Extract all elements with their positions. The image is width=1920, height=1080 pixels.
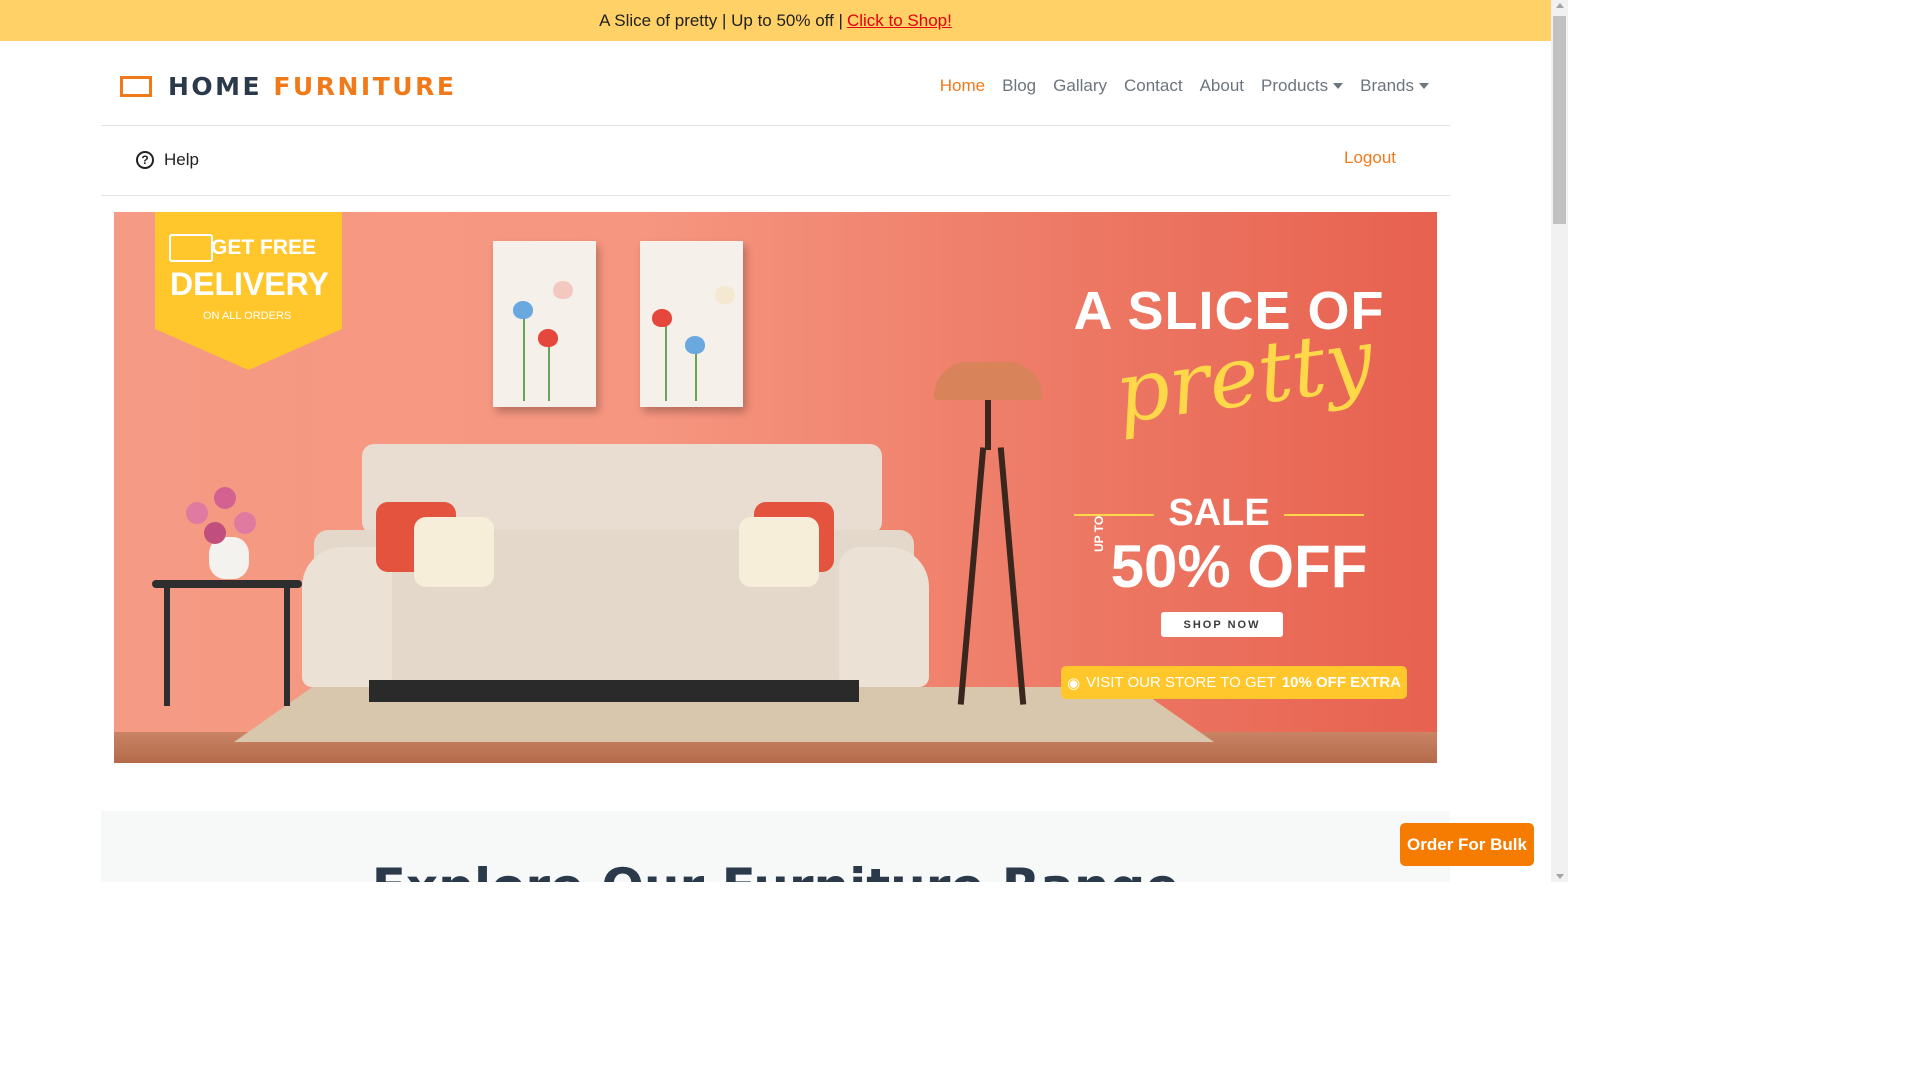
help-link[interactable]: ? Help	[136, 150, 199, 170]
subnav-divider	[101, 195, 1450, 196]
painting-right	[640, 241, 743, 407]
brand-word-home: HOME	[168, 72, 263, 101]
nav-item-gallary[interactable]: Gallary	[1053, 76, 1107, 96]
question-circle-icon: ?	[136, 151, 154, 169]
shop-now-button[interactable]: SHOP NOW	[1161, 612, 1283, 637]
floor-lamp-shade	[934, 362, 1042, 400]
nav-brands-label: Brands	[1360, 76, 1414, 95]
hero-banner[interactable]: GET FREE DELIVERY ON ALL ORDERS A SLICE …	[114, 212, 1437, 763]
brand-logo[interactable]: HOME FURNITURE	[120, 72, 456, 101]
location-pin-icon: ◉	[1066, 674, 1081, 692]
lamp-leg	[957, 447, 987, 705]
section-title: Explore Our Furniture Range	[101, 858, 1450, 882]
brand-word-furniture: FURNITURE	[273, 72, 457, 101]
table-leg	[164, 588, 170, 706]
sofa-base	[369, 680, 859, 702]
pillow-floral-right	[739, 517, 819, 587]
lamp-stem	[985, 400, 991, 450]
ribbon-line3: ON ALL ORDERS	[203, 310, 292, 322]
nav-item-brands[interactable]: Brands	[1360, 76, 1429, 96]
truck-icon	[169, 234, 213, 262]
logout-link[interactable]: Logout	[1344, 148, 1396, 168]
flower-bloom	[186, 502, 208, 524]
page-scrollbar[interactable]	[1551, 0, 1568, 882]
chevron-down-icon	[1333, 83, 1344, 89]
side-table	[152, 580, 302, 588]
promo-sale: SALE	[1074, 492, 1364, 535]
brand-name: HOME FURNITURE	[168, 72, 456, 101]
flower-bloom	[204, 522, 226, 544]
nav-products-label: Products	[1261, 76, 1329, 95]
free-delivery-ribbon: GET FREE DELIVERY ON ALL ORDERS	[155, 212, 342, 370]
help-label: Help	[164, 150, 199, 169]
sofa-arm-right	[839, 547, 929, 687]
lamp-leg	[997, 447, 1027, 705]
table-leg	[284, 588, 290, 706]
announcement-bar: A Slice of pretty | Up to 50% off | Clic…	[0, 0, 1551, 41]
promo-discount: 50% OFF	[1110, 533, 1368, 600]
nav-item-products[interactable]: Products	[1261, 76, 1344, 96]
ribbon-line2: DELIVERY	[170, 266, 329, 302]
scroll-down-arrow-icon[interactable]	[1556, 874, 1564, 879]
order-bulk-button[interactable]: Order For Bulk	[1400, 823, 1534, 866]
nav-item-blog[interactable]: Blog	[1002, 76, 1036, 96]
visit-text: VISIT OUR STORE TO GET	[1086, 674, 1276, 691]
pillow-floral-left	[414, 517, 494, 587]
flower-bloom	[214, 487, 236, 509]
scroll-up-arrow-icon[interactable]	[1556, 3, 1564, 8]
logo-icon	[120, 76, 152, 97]
ribbon-line1: GET FREE	[211, 236, 317, 259]
main-nav: Home Blog Gallary Contact About Products…	[940, 76, 1429, 96]
visit-bold: 10% OFF EXTRA	[1281, 674, 1402, 691]
nav-item-contact[interactable]: Contact	[1124, 76, 1183, 96]
painting-left	[493, 241, 596, 407]
scrollbar-thumb[interactable]	[1553, 16, 1566, 224]
furniture-range-section: Explore Our Furniture Range	[101, 811, 1450, 882]
nav-item-about[interactable]: About	[1200, 76, 1244, 96]
shop-link[interactable]: Click to Shop!	[847, 11, 952, 31]
promo-panel: A SLICE OF pretty SALE UP TO 50% OFF SHO…	[1054, 212, 1437, 763]
nav-item-home[interactable]: Home	[940, 76, 985, 96]
flower-bloom	[234, 512, 256, 534]
store-offer-badge: ◉ VISIT OUR STORE TO GET 10% OFF EXTRA	[1061, 666, 1407, 699]
header-divider	[101, 125, 1450, 126]
chevron-down-icon	[1419, 83, 1429, 89]
announcement-text: A Slice of pretty | Up to 50% off |	[599, 10, 843, 30]
